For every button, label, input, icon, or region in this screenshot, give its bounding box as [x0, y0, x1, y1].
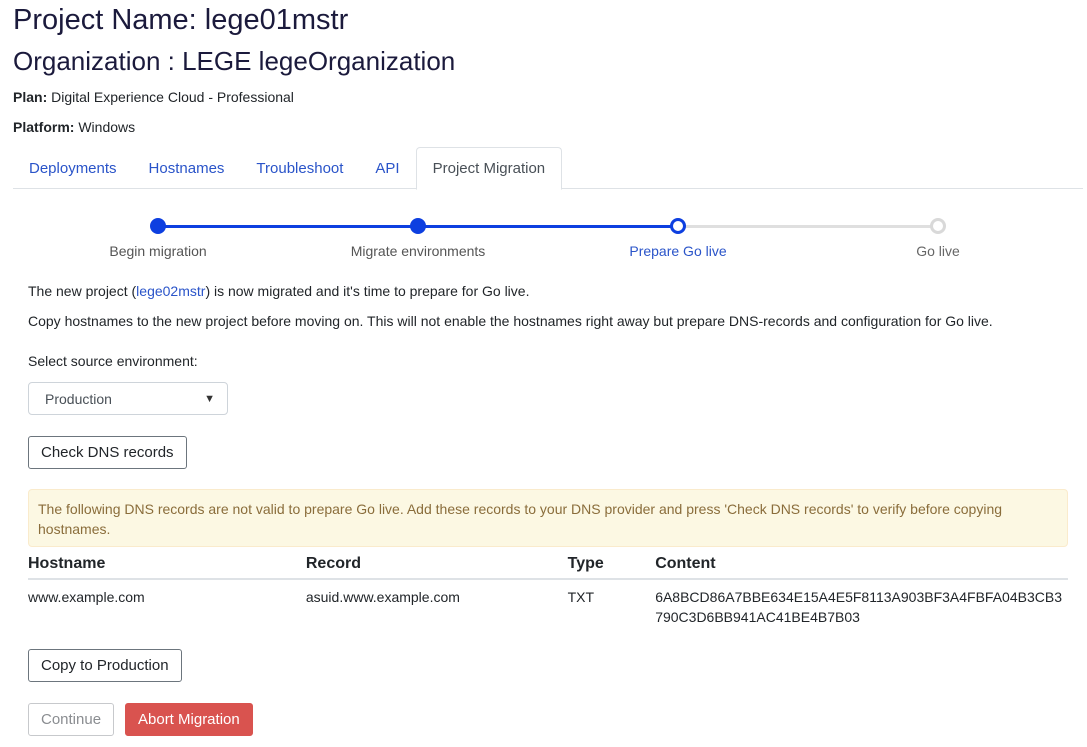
- abort-migration-button[interactable]: Abort Migration: [125, 703, 253, 736]
- step-begin-migration: Begin migration: [58, 212, 258, 259]
- tab-troubleshoot[interactable]: Troubleshoot: [240, 147, 359, 189]
- step-current-dot-icon: [670, 218, 686, 234]
- step-done-dot-icon: [150, 218, 166, 234]
- col-header-record: Record: [305, 549, 568, 580]
- tab-hostnames[interactable]: Hostnames: [133, 147, 241, 189]
- source-environment-label: Select source environment:: [28, 353, 198, 369]
- cell-content: 6A8BCD86A7BBE634E15A4E5F8113A903BF3A4FBF…: [655, 589, 1062, 625]
- step-label: Begin migration: [109, 243, 207, 259]
- step-label: Prepare Go live: [629, 243, 727, 259]
- cell-hostname: www.example.com: [28, 589, 145, 605]
- source-environment-select[interactable]: Production ▼: [28, 382, 228, 415]
- copy-instructions-text: Copy hostnames to the new project before…: [28, 313, 993, 329]
- col-header-type: Type: [567, 549, 656, 580]
- tab-api[interactable]: API: [359, 147, 415, 189]
- col-header-content: Content: [655, 549, 1068, 580]
- table-row: www.example.com asuid.www.example.com TX…: [28, 579, 1068, 627]
- tab-bar: Deployments Hostnames Troubleshoot API P…: [13, 147, 1083, 190]
- step-go-live: Go live: [838, 212, 1038, 259]
- organization-heading: Organization : LEGE legeOrganization: [13, 46, 456, 76]
- step-label: Migrate environments: [350, 243, 486, 259]
- project-migration-page: Project Name: lege01mstr Organization : …: [0, 0, 1087, 747]
- step-migrate-environments: Migrate environments: [318, 212, 518, 259]
- col-header-hostname: Hostname: [28, 549, 306, 580]
- tab-deployments[interactable]: Deployments: [13, 147, 133, 189]
- plan-value: Digital Experience Cloud - Professional: [51, 89, 294, 105]
- status-suffix: ) is now migrated and it's time to prepa…: [205, 283, 530, 299]
- check-dns-records-button[interactable]: Check DNS records: [28, 436, 187, 469]
- copy-to-production-button[interactable]: Copy to Production: [28, 649, 182, 682]
- step-prepare-go-live: Prepare Go live: [578, 212, 778, 259]
- chevron-down-icon: ▼: [204, 392, 215, 405]
- plan-label: Plan:: [13, 89, 48, 105]
- select-value: Production: [45, 390, 112, 407]
- new-project-link[interactable]: lege02mstr: [136, 283, 205, 299]
- dns-warning-alert: The following DNS records are not valid …: [28, 489, 1068, 547]
- migration-status-text: The new project (lege02mstr) is now migr…: [28, 283, 529, 299]
- platform-value: Windows: [78, 119, 136, 135]
- step-done-dot-icon: [410, 218, 426, 234]
- continue-button[interactable]: Continue: [28, 703, 115, 736]
- status-prefix: The new project (: [28, 283, 137, 299]
- migration-stepper: Begin migration Migrate environments Pre…: [28, 212, 1068, 272]
- plan-info: Plan: Digital Experience Cloud - Profess…: [13, 89, 294, 105]
- dns-records-table: Hostname Record Type Content www.example…: [28, 549, 1068, 627]
- step-future-dot-icon: [930, 218, 946, 234]
- table-header-row: Hostname Record Type Content: [28, 549, 1068, 580]
- cell-record: asuid.www.example.com: [305, 589, 460, 605]
- cell-type: TXT: [567, 589, 595, 605]
- platform-label: Platform:: [13, 119, 75, 135]
- step-label: Go live: [916, 243, 960, 259]
- platform-info: Platform: Windows: [13, 119, 135, 135]
- tab-project-migration[interactable]: Project Migration: [415, 147, 563, 190]
- page-title: Project Name: lege01mstr: [13, 4, 349, 36]
